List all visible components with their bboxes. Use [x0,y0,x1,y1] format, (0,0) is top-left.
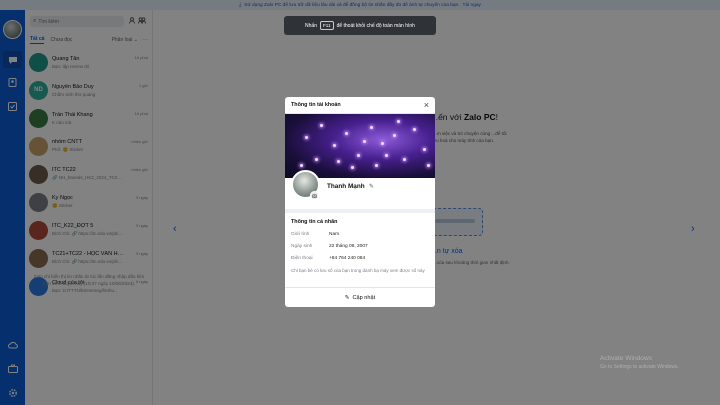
cover-light [381,142,384,145]
personal-info-title: Thông tin cá nhân [291,219,338,225]
info-row-phone: Điện thoại +84 764 240 084 [285,253,435,265]
profile-header: Thanh Mạnh ✎ [285,170,435,207]
cover-light [423,148,426,151]
cover-light [403,158,406,161]
cover-light [333,144,336,147]
info-row-gender: Giới tính Nam [285,229,435,241]
cover-light [315,158,318,161]
modal-title: Thông tin tài khoản [291,102,341,108]
birthday-value: 22 tháng 09, 2007 [329,244,368,249]
cover-light [397,120,400,123]
cover-light [427,164,430,167]
cover-light [375,164,378,167]
toast-suffix: để thoát khỏi chế độ toàn màn hình [336,22,415,29]
phone-privacy-note: Chỉ bạn bè có lưu số của bạn trong danh … [291,268,425,273]
account-info-modal: Thông tin tài khoản × Thanh Mạnh ✎ Thông… [285,97,435,307]
modal-header: Thông tin tài khoản × [285,97,435,114]
update-label: Cập nhật [352,294,376,301]
cover-light [413,128,416,131]
f11-key: F11 [319,21,334,30]
cover-light [320,124,323,127]
close-icon[interactable]: × [424,100,429,110]
cover-light [305,136,308,139]
cover-light [393,134,396,137]
profile-name: Thanh Mạnh [327,183,365,190]
toast-prefix: Nhấn [305,22,317,29]
birthday-label: Ngày sinh [291,244,313,249]
gender-label: Giới tính [291,232,310,237]
phone-value: +84 764 240 084 [329,256,366,261]
edit-name-icon[interactable]: ✎ [369,183,374,190]
pencil-icon: ✎ [344,294,350,301]
cover-light [385,154,388,157]
gender-value: Nam [329,232,340,237]
cover-light [370,126,373,129]
cover-light [357,154,360,157]
camera-icon[interactable] [310,191,319,200]
cover-light [345,132,348,135]
activation-watermark-subtitle: Go to Settings to activate Windows. [600,364,679,370]
cover-light [300,164,303,167]
fullscreen-toast: Nhấn F11 để thoát khỏi chế độ toàn màn h… [284,16,436,35]
update-button[interactable]: ✎ Cập nhật [285,287,435,307]
cover-light [337,160,340,163]
phone-label: Điện thoại [291,256,313,261]
cover-light [363,140,366,143]
activation-watermark-title: Activate Windows [600,355,653,362]
info-row-birthday: Ngày sinh 22 tháng 09, 2007 [285,241,435,253]
cover-photo[interactable] [285,114,435,178]
cover-light [351,166,354,169]
